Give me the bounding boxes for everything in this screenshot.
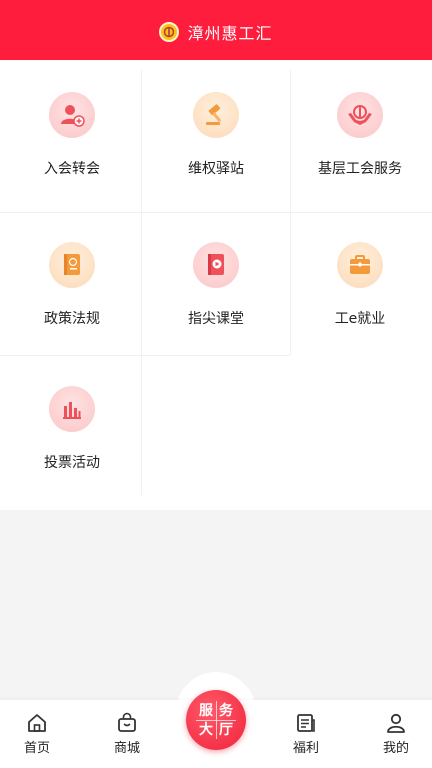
service-hall-button[interactable]: 服 务 大 厅: [186, 690, 246, 750]
tab-label: 首页: [23, 741, 50, 756]
divider: [196, 720, 236, 721]
service-voting[interactable]: 投票活动: [0, 354, 144, 498]
grid-divider: [0, 212, 432, 213]
tab-label: 我的: [382, 741, 409, 756]
service-hall-char: 大: [199, 721, 213, 738]
service-label: 工e就业: [334, 311, 386, 327]
gavel-icon: [193, 92, 239, 138]
service-hall-char: 务: [219, 702, 233, 719]
tab-home[interactable]: 首页: [7, 712, 67, 756]
service-label: 指尖课堂: [188, 311, 244, 327]
service-grassroots-union[interactable]: 基层工会服务: [288, 60, 432, 204]
tab-mall[interactable]: 商城: [97, 712, 157, 756]
user-add-icon: [49, 92, 95, 138]
service-label: 政策法规: [44, 311, 100, 327]
service-label: 基层工会服务: [318, 161, 402, 177]
briefcase-icon: [337, 242, 383, 288]
video-book-icon: [193, 242, 239, 288]
tab-label: 商城: [113, 741, 140, 756]
document-icon: [297, 714, 315, 732]
app-header: 漳州惠工汇: [0, 0, 432, 60]
service-label: 入会转会: [44, 161, 100, 177]
service-employment[interactable]: 工e就业: [288, 210, 432, 354]
user-icon: [387, 713, 405, 733]
shopping-bag-icon: [118, 712, 136, 732]
service-hall-char: 服: [199, 702, 213, 719]
tab-label: 福利: [292, 741, 319, 756]
home-icon: [28, 714, 46, 732]
union-logo-icon: [159, 22, 180, 42]
service-policy-law[interactable]: 政策法规: [0, 210, 144, 354]
grid-divider: [0, 355, 290, 356]
hands-union-icon: [337, 92, 383, 138]
service-grid: 入会转会 维权驿站 基层工会服务 政策法规 指尖课堂 工e就业 投票活动: [0, 60, 432, 510]
grid-divider: [141, 70, 142, 495]
service-join-transfer[interactable]: 入会转会: [0, 60, 144, 204]
service-rights-station[interactable]: 维权驿站: [144, 60, 288, 204]
service-label: 投票活动: [44, 455, 100, 471]
tab-welfare[interactable]: 福利: [276, 712, 336, 756]
tab-mine[interactable]: 我的: [366, 712, 426, 756]
page-title: 漳州惠工汇: [187, 24, 273, 43]
service-fingertip-class[interactable]: 指尖课堂: [144, 210, 288, 354]
book-icon: [49, 242, 95, 288]
service-label: 维权驿站: [188, 161, 244, 177]
bar-chart-icon: [49, 386, 95, 432]
service-hall-char: 厅: [219, 721, 233, 738]
